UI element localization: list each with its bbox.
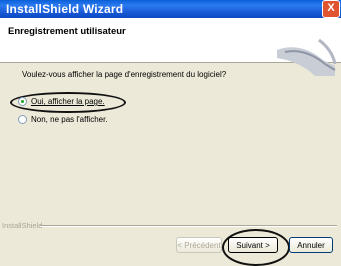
window-title: InstallShield Wizard [6,2,124,16]
option-yes-label: Oui, afficher la page. [31,97,105,106]
option-yes[interactable]: Oui, afficher la page. [18,97,105,106]
header-title: Enregistrement utilisateur [8,26,126,37]
cancel-button[interactable]: Annuler [289,237,333,253]
option-no-label: Non, ne pas l'afficher. [31,115,108,124]
cancel-label: Annuler [297,241,325,250]
next-label: Suivant > [236,241,270,250]
registration-question: Voulez-vous afficher la page d'enregistr… [22,70,227,79]
back-button[interactable]: < Précédent [176,237,222,253]
radio-yes[interactable] [18,97,27,106]
footer-divider [40,225,337,227]
close-icon: X [327,2,335,14]
wizard-header: Enregistrement utilisateur [0,18,341,76]
close-button[interactable]: X [322,0,340,18]
brand-label: InstallShield [2,221,43,230]
option-no[interactable]: Non, ne pas l'afficher. [18,115,108,124]
wizard-panel: Voulez-vous afficher la page d'enregistr… [0,63,341,266]
next-button[interactable]: Suivant > [228,237,278,253]
title-bar: InstallShield Wizard X [0,0,341,18]
radio-no[interactable] [18,115,27,124]
back-label: < Précédent [177,241,221,250]
